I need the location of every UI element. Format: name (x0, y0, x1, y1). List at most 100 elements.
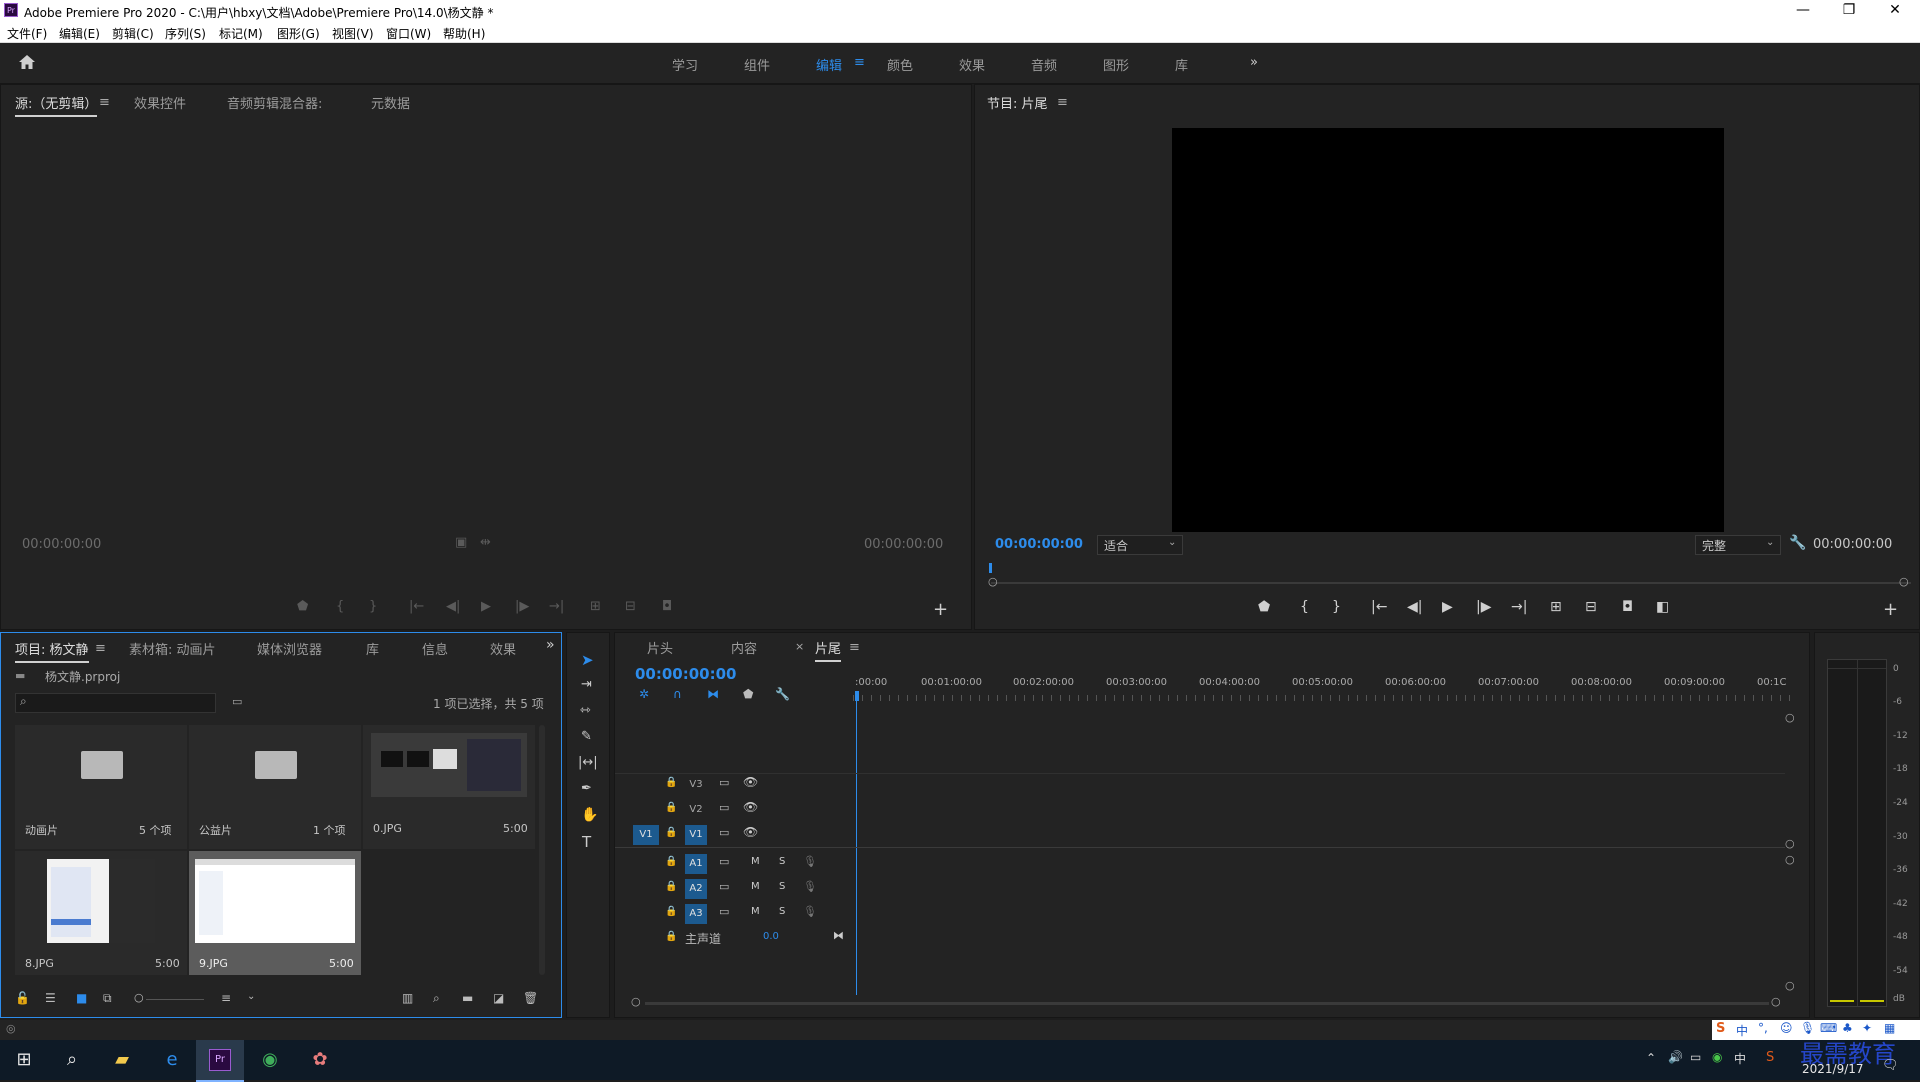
freeform-view-icon[interactable]: ⧉ (103, 991, 112, 1006)
emoji-icon[interactable]: ☺ (1780, 1021, 1793, 1035)
zoom-slider-handle[interactable]: ○ (134, 991, 144, 1004)
program-menu-icon[interactable]: ≡ (1057, 95, 1068, 110)
ime-mode-indicator[interactable]: 中 (1736, 1022, 1748, 1039)
tab-sequence-outro[interactable]: 片尾 (815, 638, 842, 662)
program-mark-in-button[interactable]: { (1300, 599, 1309, 615)
source-mark-in-button[interactable]: { (336, 599, 344, 614)
workspace-effects[interactable]: 效果 (959, 55, 985, 74)
bin-item-public-welfare[interactable]: 公益片 1 个项 (189, 725, 361, 849)
scroll-start-handle[interactable]: ○ (988, 575, 998, 588)
quality-dropdown[interactable]: 完整 ⌄ (1695, 535, 1781, 555)
solo-button[interactable]: S (779, 906, 785, 917)
ripple-edit-tool-icon[interactable]: ⇿ (580, 703, 591, 718)
track-a3-label[interactable]: A3 (685, 904, 707, 924)
track-lock-icon[interactable]: 🔒 (665, 802, 677, 813)
program-step-back-button[interactable]: ◀| (1407, 599, 1422, 615)
comparison-view-icon[interactable]: ◧ (1656, 599, 1669, 615)
microphone-icon[interactable]: 🎙 (803, 905, 817, 918)
track-lock-icon[interactable]: 🔒 (665, 931, 677, 942)
menu-edit[interactable]: 编辑(E) (59, 25, 100, 42)
panel-menu-icon[interactable]: ≡ (99, 95, 110, 110)
linked-selection-icon[interactable]: ⧓ (707, 687, 719, 701)
eye-icon[interactable]: 👁 (743, 775, 758, 789)
program-video-canvas[interactable] (1172, 128, 1724, 532)
lock-icon[interactable]: 🔓 (15, 991, 30, 1005)
tab-libraries[interactable]: 库 (366, 639, 379, 658)
source-overwrite-button[interactable]: ⊟ (625, 599, 636, 614)
solo-button[interactable]: S (779, 881, 785, 892)
media-item-8jpg[interactable]: 8.JPG 5:00 (15, 851, 187, 975)
tab-effect-controls[interactable]: 效果控件 (134, 93, 186, 112)
program-mark-out-button[interactable]: } (1332, 599, 1341, 615)
hand-tool-icon[interactable]: ✋ (581, 807, 598, 823)
new-bin-icon[interactable]: ▬ (462, 991, 473, 1005)
restore-button[interactable]: ❐ (1826, 0, 1872, 22)
track-select-tool-icon[interactable]: ⇥ (581, 677, 592, 692)
search-icon[interactable]: ⌕ (52, 1045, 92, 1075)
zoom-dropdown[interactable]: 适合 ⌄ (1097, 535, 1183, 555)
mute-button[interactable]: M (751, 906, 760, 917)
track-v3-label[interactable]: V3 (685, 775, 707, 795)
source-add-button-icon[interactable]: + (933, 599, 948, 620)
menu-clip[interactable]: 剪辑(C) (112, 25, 154, 42)
menu-help[interactable]: 帮助(H) (443, 25, 485, 42)
solo-button[interactable]: S (779, 856, 785, 867)
sync-lock-icon[interactable]: ▭ (719, 826, 729, 839)
chrome-browser-icon[interactable]: ◉ (250, 1045, 290, 1075)
workspace-graphics[interactable]: 图形 (1103, 55, 1129, 74)
go-to-end-icon[interactable]: ⧓ (833, 929, 844, 942)
tab-source[interactable]: 源:（无剪辑） (15, 93, 98, 117)
eye-icon[interactable]: 👁 (743, 825, 758, 839)
timeline-menu-icon[interactable]: ≡ (849, 640, 860, 655)
timeline-timecode[interactable]: 00:00:00:00 (635, 665, 737, 683)
tray-ime-icon[interactable]: 中 (1734, 1050, 1746, 1067)
sync-lock-icon[interactable]: ▭ (719, 880, 729, 893)
tab-program[interactable]: 节目: 片尾 (987, 93, 1048, 112)
audio-scroll-bottom-handle[interactable]: ○ (1785, 979, 1795, 992)
track-v1-label[interactable]: V1 (685, 825, 707, 845)
workspace-assembly[interactable]: 组件 (744, 55, 770, 74)
workspace-libraries[interactable]: 库 (1175, 55, 1188, 74)
playhead-marker[interactable] (989, 563, 992, 573)
scroll-end-handle[interactable]: ○ (1899, 575, 1909, 588)
nest-icon[interactable]: ✲ (639, 687, 649, 701)
track-lock-icon[interactable]: 🔒 (665, 827, 677, 838)
microphone-icon[interactable]: 🎙 (1800, 1021, 1815, 1035)
program-go-to-in-button[interactable]: |← (1371, 599, 1387, 615)
wrench-icon[interactable]: 🔧 (1789, 535, 1806, 551)
keyboard-icon[interactable]: ⌨ (1820, 1021, 1837, 1035)
sogou-tray-icon[interactable]: S (1766, 1050, 1774, 1065)
source-mark-out-button[interactable]: } (369, 599, 377, 614)
master-volume-value[interactable]: 0.0 (763, 931, 779, 942)
workspace-color[interactable]: 颜色 (887, 55, 913, 74)
file-explorer-icon[interactable]: ▰ (102, 1045, 142, 1075)
workspace-learn[interactable]: 学习 (672, 55, 698, 74)
source-play-button[interactable]: ▶ (481, 599, 491, 614)
chevron-down-icon[interactable]: ⌄ (247, 991, 255, 1002)
eye-icon[interactable]: 👁 (743, 800, 758, 814)
program-play-button[interactable]: ▶ (1442, 599, 1453, 615)
trash-icon[interactable]: 🗑 (523, 991, 538, 1005)
sync-lock-icon[interactable]: ▭ (719, 801, 729, 814)
timeline-ruler-ticks[interactable] (853, 695, 1793, 701)
tab-audio-clip-mixer[interactable]: 音频剪辑混合器: (227, 93, 322, 112)
network-icon[interactable]: ▭ (1690, 1050, 1701, 1064)
source-insert-button[interactable]: ⊞ (590, 599, 601, 614)
bin-item-animation[interactable]: 动画片 5 个项 (15, 725, 187, 849)
tab-sequence-intro[interactable]: 片头 (647, 638, 673, 657)
home-icon[interactable] (18, 54, 36, 70)
timeline-hscroll-end-handle[interactable]: ○ (1771, 995, 1781, 1008)
menu-marker[interactable]: 标记(M) (219, 25, 263, 42)
add-marker-icon[interactable]: ⬟ (743, 687, 753, 701)
video-scroll-bottom-handle[interactable]: ○ (1785, 837, 1795, 850)
tab-effects[interactable]: 效果 (490, 639, 516, 658)
volume-icon[interactable]: 🔊 (1668, 1050, 1683, 1064)
track-lock-icon[interactable]: 🔒 (665, 777, 677, 788)
screen-capture-app-icon[interactable]: ✿ (300, 1045, 340, 1075)
skin-icon[interactable]: ♣ (1842, 1021, 1853, 1035)
slip-tool-icon[interactable]: |↔| (578, 755, 598, 770)
sync-lock-icon[interactable]: ▭ (719, 776, 729, 789)
selection-tool-icon[interactable]: ➤ (581, 651, 594, 669)
export-frame-icon[interactable]: ◘ (1622, 599, 1633, 615)
project-scrollbar[interactable] (539, 725, 545, 975)
